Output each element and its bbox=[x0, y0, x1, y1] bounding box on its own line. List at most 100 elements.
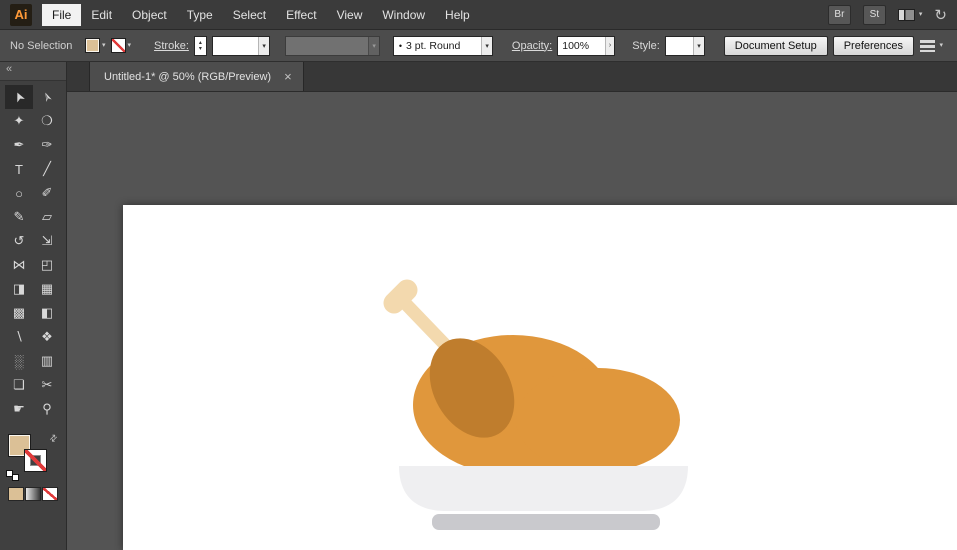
fill-swatch[interactable] bbox=[85, 38, 100, 53]
chevron-down-icon: ▾ bbox=[481, 37, 492, 55]
menu-item-object[interactable]: Object bbox=[122, 4, 177, 26]
menu-item-effect[interactable]: Effect bbox=[276, 4, 326, 26]
artboard-tool-icon: ❏ bbox=[13, 377, 25, 393]
swap-fill-stroke-icon[interactable]: ⇄ bbox=[48, 432, 61, 445]
column-graph-tool-icon: ▥ bbox=[41, 353, 53, 369]
opacity-label[interactable]: Opacity: bbox=[512, 40, 552, 52]
illustrator-logo-text: Ai bbox=[15, 7, 28, 22]
scale-tool-icon: ⇲ bbox=[42, 233, 53, 249]
menu-bar: Ai FileEditObjectTypeSelectEffectViewWin… bbox=[0, 0, 957, 30]
perspective-grid-tool-icon: ▦ bbox=[41, 281, 53, 297]
menu-item-view[interactable]: View bbox=[327, 4, 373, 26]
fill-stroke-indicator: ⇄ bbox=[5, 433, 61, 481]
zoom-tool[interactable]: ⚲ bbox=[33, 397, 61, 421]
stroke-color-box[interactable] bbox=[24, 449, 47, 472]
type-tool[interactable]: T bbox=[5, 157, 33, 181]
canvas[interactable] bbox=[67, 92, 957, 550]
gradient-tool[interactable]: ◧ bbox=[33, 301, 61, 325]
variable-width-profile-combo: ▾ bbox=[285, 36, 380, 56]
pencil-tool-icon: ✎ bbox=[14, 209, 25, 225]
brush-definition-value: 3 pt. Round bbox=[402, 40, 481, 52]
tools-panel-header[interactable]: « bbox=[0, 62, 66, 81]
pen-tool[interactable]: ✒ bbox=[5, 133, 33, 157]
brush-definition-combo[interactable]: • 3 pt. Round ▾ bbox=[393, 36, 493, 56]
plate[interactable] bbox=[399, 466, 688, 511]
menu-item-window[interactable]: Window bbox=[372, 4, 435, 26]
blend-tool[interactable]: ❖ bbox=[33, 325, 61, 349]
style-combo[interactable]: ▾ bbox=[665, 36, 705, 56]
menu-item-select[interactable]: Select bbox=[223, 4, 276, 26]
none-slash-icon bbox=[112, 39, 125, 52]
none-mode-button[interactable] bbox=[42, 487, 58, 501]
illustrator-logo: Ai bbox=[10, 4, 32, 26]
width-tool-icon: ⋈ bbox=[13, 257, 26, 273]
panel-dock-control[interactable]: ▾ bbox=[920, 40, 947, 52]
artboard[interactable] bbox=[123, 205, 957, 550]
eyedropper-tool[interactable]: ∖ bbox=[5, 325, 33, 349]
slice-tool[interactable]: ✂ bbox=[33, 373, 61, 397]
stroke-weight-label[interactable]: Stroke: bbox=[154, 40, 189, 52]
color-mode-button[interactable] bbox=[8, 487, 24, 501]
paintbrush-tool[interactable]: ✐ bbox=[33, 181, 61, 205]
bridge-button[interactable]: Br bbox=[828, 5, 851, 25]
selection-tool-icon: ➤ bbox=[9, 89, 28, 106]
turkey-breast[interactable] bbox=[516, 368, 680, 472]
chevron-down-icon: ▾ bbox=[102, 42, 106, 49]
shape-builder-tool-icon: ◨ bbox=[13, 281, 25, 297]
plate-base[interactable] bbox=[432, 514, 660, 530]
control-bar: No Selection ▾ ▾ Stroke: ▴ ▾ ▾ ▾ • 3 pt.… bbox=[0, 30, 957, 62]
turkey-illustration[interactable] bbox=[123, 205, 957, 550]
document-setup-button[interactable]: Document Setup bbox=[724, 36, 828, 56]
document-tab[interactable]: Untitled-1* @ 50% (RGB/Preview) × bbox=[89, 62, 304, 91]
chevron-down-icon: ▾ bbox=[128, 42, 132, 49]
column-graph-tool[interactable]: ▥ bbox=[33, 349, 61, 373]
default-fill-stroke-icon[interactable] bbox=[6, 470, 19, 481]
curvature-tool[interactable]: ✑ bbox=[33, 133, 61, 157]
close-icon[interactable]: × bbox=[284, 70, 292, 83]
symbol-sprayer-tool[interactable]: ░ bbox=[5, 349, 33, 373]
document-tab-title: Untitled-1* @ 50% (RGB/Preview) bbox=[104, 71, 271, 83]
gradient-mode-button[interactable] bbox=[25, 487, 41, 501]
opacity-combo[interactable]: 100% › bbox=[557, 36, 615, 56]
selection-status: No Selection bbox=[10, 40, 80, 52]
stroke-weight-stepper[interactable]: ▴ ▾ bbox=[194, 36, 207, 56]
magic-wand-tool[interactable]: ✦ bbox=[5, 109, 33, 133]
menu-item-help[interactable]: Help bbox=[435, 4, 480, 26]
pencil-tool[interactable]: ✎ bbox=[5, 205, 33, 229]
menu-item-file[interactable]: File bbox=[42, 4, 81, 26]
preferences-button[interactable]: Preferences bbox=[833, 36, 914, 56]
fill-color-control[interactable]: ▾ bbox=[85, 38, 106, 53]
collapse-panel-icon[interactable]: « bbox=[6, 63, 12, 75]
hand-tool[interactable]: ☛ bbox=[5, 397, 33, 421]
menu-item-type[interactable]: Type bbox=[177, 4, 223, 26]
width-tool[interactable]: ⋈ bbox=[5, 253, 33, 277]
stroke-color-control[interactable]: ▾ bbox=[111, 38, 132, 53]
workspace-switcher[interactable]: ▾ bbox=[898, 9, 923, 21]
stroke-weight-combo[interactable]: ▾ bbox=[212, 36, 270, 56]
perspective-grid-tool[interactable]: ▦ bbox=[33, 277, 61, 301]
paintbrush-tool-icon: ✐ bbox=[42, 185, 53, 201]
ellipse-tool[interactable]: ○ bbox=[5, 181, 33, 205]
shape-builder-tool[interactable]: ◨ bbox=[5, 277, 33, 301]
eraser-tool[interactable]: ▱ bbox=[33, 205, 61, 229]
scale-tool[interactable]: ⇲ bbox=[33, 229, 61, 253]
stock-button[interactable]: St bbox=[863, 5, 886, 25]
sync-settings-icon[interactable]: ↻ bbox=[934, 6, 947, 24]
direct-selection-tool-icon: ➢ bbox=[37, 89, 56, 106]
line-segment-tool[interactable]: ╱ bbox=[33, 157, 61, 181]
style-label[interactable]: Style: bbox=[632, 40, 660, 52]
stroke-swatch[interactable] bbox=[111, 38, 126, 53]
free-transform-tool[interactable]: ◰ bbox=[33, 253, 61, 277]
symbol-sprayer-tool-icon: ░ bbox=[14, 354, 23, 369]
default-stroke-mini bbox=[12, 474, 19, 481]
rotate-tool[interactable]: ↺ bbox=[5, 229, 33, 253]
lasso-tool[interactable]: ❍ bbox=[33, 109, 61, 133]
magic-wand-tool-icon: ✦ bbox=[14, 113, 25, 129]
hand-tool-icon: ☛ bbox=[13, 401, 25, 417]
selection-tool[interactable]: ➤ bbox=[5, 85, 33, 109]
stepper-down-icon[interactable]: ▾ bbox=[199, 46, 202, 52]
direct-selection-tool[interactable]: ➢ bbox=[33, 85, 61, 109]
menu-item-edit[interactable]: Edit bbox=[81, 4, 122, 26]
mesh-tool[interactable]: ▩ bbox=[5, 301, 33, 325]
artboard-tool[interactable]: ❏ bbox=[5, 373, 33, 397]
